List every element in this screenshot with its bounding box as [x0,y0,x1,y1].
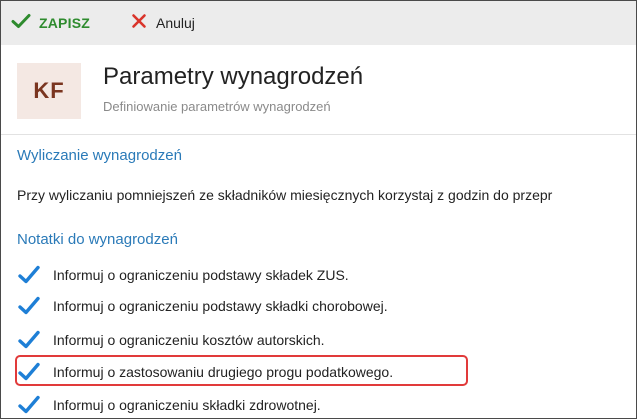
window: ZAPISZ Anuluj KF Parametry wynagrodzeń D… [0,0,637,419]
checkbox-label: Informuj o zastosowaniu drugiego progu p… [53,364,394,380]
save-button-label: ZAPISZ [39,15,90,31]
checkbox-checked-icon[interactable] [17,393,41,417]
checkbox-checked-icon[interactable] [17,360,41,384]
checkbox-row-zus[interactable]: Informuj o ograniczeniu podstawy składek… [17,263,349,287]
page-header: KF Parametry wynagrodzeń Definiowanie pa… [1,45,636,131]
section-title-notes: Notatki do wynagrodzeń [17,231,178,248]
cancel-button[interactable]: Anuluj [131,11,195,35]
checkbox-row-zdrowotna[interactable]: Informuj o ograniczeniu składki zdrowotn… [17,393,321,417]
calc-description: Przy wyliczaniu pomniejszeń ze składnikó… [17,187,553,203]
checkbox-label: Informuj o ograniczeniu podstawy składek… [53,267,349,283]
toolbar: ZAPISZ Anuluj [1,1,636,45]
checkbox-checked-icon[interactable] [17,294,41,318]
cancel-button-label: Anuluj [156,15,195,31]
checkbox-checked-icon[interactable] [17,263,41,287]
checkmark-icon [11,13,31,34]
header-divider [1,134,636,135]
module-badge: KF [17,63,81,119]
page-title: Parametry wynagrodzeń [103,63,364,90]
checkbox-row-drugi-prog[interactable]: Informuj o zastosowaniu drugiego progu p… [17,360,393,384]
save-button[interactable]: ZAPISZ [11,11,90,35]
checkbox-row-autorskie[interactable]: Informuj o ograniczeniu kosztów autorski… [17,328,325,352]
checkbox-checked-icon[interactable] [17,328,41,352]
checkbox-label: Informuj o ograniczeniu kosztów autorski… [53,332,325,348]
checkbox-label: Informuj o ograniczeniu podstawy składki… [53,298,388,314]
page-subtitle: Definiowanie parametrów wynagrodzeń [103,99,331,114]
checkbox-label: Informuj o ograniczeniu składki zdrowotn… [53,397,321,413]
section-title-calc: Wyliczanie wynagrodzeń [17,147,182,164]
close-icon [131,13,147,34]
checkbox-row-chorobowa[interactable]: Informuj o ograniczeniu podstawy składki… [17,294,388,318]
